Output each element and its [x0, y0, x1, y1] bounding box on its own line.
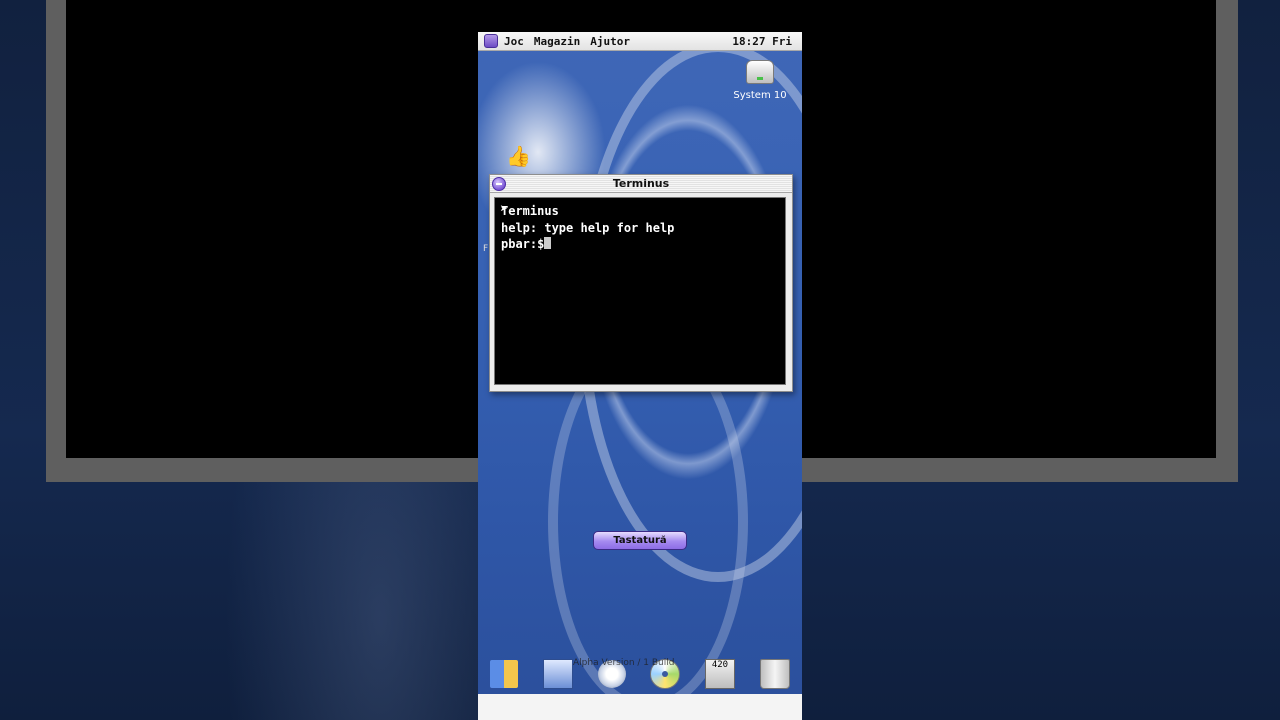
version-overlay-text: Alpha Version / 1 Build: [573, 658, 675, 668]
keyboard-button[interactable]: Tastatură: [593, 531, 687, 550]
hard-drive-icon: [746, 60, 774, 84]
mail-icon[interactable]: [542, 659, 573, 689]
bottom-bar: [478, 694, 802, 720]
menu-clock: 18:27 Fri: [732, 34, 792, 48]
trash-icon[interactable]: [759, 659, 790, 689]
text-cursor: [544, 237, 552, 249]
window-title: Terminus: [612, 177, 670, 190]
thumbs-up-icon[interactable]: 👍: [506, 144, 531, 168]
desktop-drive-system10[interactable]: System 10: [730, 60, 790, 101]
calculator-icon[interactable]: 420: [704, 659, 735, 689]
terminal-line: help: type help for help: [501, 220, 675, 235]
finder-icon[interactable]: [490, 660, 519, 688]
phone-screen: Joc Magazin Ajutor 18:27 Fri System 10 👍…: [478, 32, 802, 720]
menu-item-ajutor[interactable]: Ajutor: [590, 35, 630, 48]
terminal-line: Terminus: [501, 204, 559, 218]
drive-label: System 10: [733, 90, 787, 101]
menu-item-magazin[interactable]: Magazin: [534, 35, 580, 48]
apple-menu-icon[interactable]: [484, 34, 498, 48]
mouse-pointer-icon: ➤: [500, 202, 508, 217]
window-title-bar[interactable]: Terminus: [490, 175, 792, 193]
desktop-label-fragment: F: [483, 244, 489, 254]
menu-item-joc[interactable]: Joc: [504, 35, 524, 48]
prompt-text: pbar:$: [501, 237, 545, 251]
menu-bar: Joc Magazin Ajutor 18:27 Fri: [478, 32, 802, 51]
terminal-window: Terminus ➤ Terminus help: type help for …: [489, 174, 793, 392]
terminal-output[interactable]: ➤ Terminus help: type help for help pbar…: [494, 197, 786, 385]
terminal-prompt[interactable]: pbar:$: [501, 236, 779, 253]
calculator-label: 420: [711, 660, 729, 670]
close-window-icon[interactable]: [492, 177, 506, 191]
